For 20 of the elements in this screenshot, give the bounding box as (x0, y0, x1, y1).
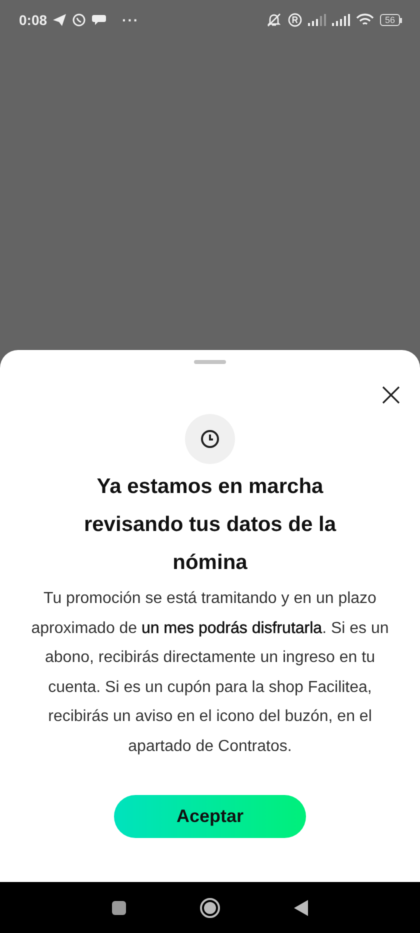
home-button[interactable] (199, 896, 221, 918)
sheet-title: Ya estamos en marcha revisando tus datos de la nómina (82, 474, 338, 576)
more-notifications: ··· (122, 12, 140, 28)
recents-button[interactable] (111, 900, 127, 916)
clock-time: 0:08 (19, 12, 48, 28)
back-button[interactable] (293, 898, 309, 916)
bell-muted-icon (266, 13, 282, 27)
paper-plane-icon (53, 14, 66, 26)
registered-icon (288, 13, 302, 27)
battery-icon: 56 (380, 14, 402, 26)
accept-button[interactable]: Aceptar (114, 795, 306, 838)
chat-bubble-icon (92, 14, 106, 26)
signal-icon (332, 14, 350, 26)
sheet-message: Tu promoción se está tramitando y en un plazo aproximado de un mes podrás disfrutarla. Si es un abono, recibirás directamente un ingreso en tu cuenta. Si es un cupón para la shop Facilitea, recibirás un aviso en el icono del buzón, en el apartado de Contratos. (30, 589, 390, 756)
close-icon[interactable] (382, 386, 400, 404)
wifi-icon (356, 13, 374, 27)
drag-handle[interactable] (194, 360, 226, 364)
phone-bubble-icon (72, 13, 86, 27)
signal-icon (308, 14, 326, 26)
clock-icon (200, 429, 220, 449)
